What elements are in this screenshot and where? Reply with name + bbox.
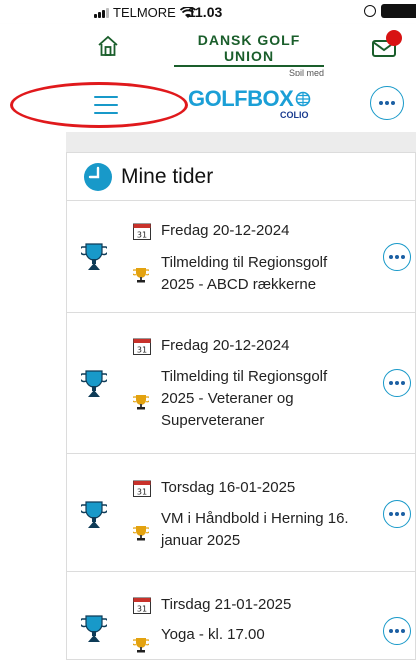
dgu-header: DANSK GOLF UNION Spil med	[0, 24, 416, 78]
status-time: 11.03	[188, 4, 223, 20]
entry-title: Tilmelding til Regionsgolf 2025 - Vetera…	[161, 368, 328, 429]
list-item[interactable]: 31 Fredag 20-12-2024 Tilmelding til Regi…	[67, 313, 415, 454]
dgu-logo-text: DANSK GOLF UNION	[174, 32, 324, 67]
list-item[interactable]: 31 Tirsdag 21-01-2025 Yoga - kl. 17.00	[67, 572, 415, 660]
my-times-panel: Mine tider 31 Fredag 20-12-2024 Tilmeldi…	[66, 152, 416, 660]
entry-title: Yoga - kl. 17.00	[161, 626, 265, 643]
entry-date: Fredag 20-12-2024	[161, 337, 290, 354]
list-item[interactable]: 31 Torsdag 16-01-2025 VM i Håndbold i He…	[67, 454, 415, 572]
cup-icon	[133, 268, 149, 283]
calendar-icon: 31	[133, 597, 151, 614]
entry-title: VM i Håndbold i Herning 16. januar 2025	[161, 510, 349, 549]
mail-button[interactable]	[372, 30, 402, 58]
cup-icon	[133, 638, 149, 653]
battery-icon	[381, 4, 416, 18]
list-item[interactable]: 31 Fredag 20-12-2024 Tilmelding til Regi…	[67, 201, 415, 313]
home-icon[interactable]	[96, 34, 120, 58]
entry-more-button[interactable]	[383, 243, 411, 271]
status-bar: TELMORE 11.03	[0, 0, 416, 24]
trophy-icon	[81, 615, 107, 642]
entry-title: Tilmelding til Regionsgolf 2025 - ABCD r…	[161, 254, 328, 293]
golfbox-logo: GOLFBOX COLIO	[188, 86, 311, 120]
cup-icon	[133, 395, 149, 410]
trophy-icon	[81, 243, 107, 270]
svg-text:31: 31	[137, 605, 147, 614]
golfbox-logo-text: GOLFBOX	[188, 86, 294, 111]
entry-more-button[interactable]	[383, 500, 411, 528]
more-options-button[interactable]	[370, 86, 404, 120]
calendar-icon: 31	[133, 480, 151, 497]
panel-title: Mine tider	[121, 164, 214, 188]
clock-icon	[84, 162, 112, 191]
carrier-label: TELMORE	[113, 5, 176, 20]
entry-date: Fredag 20-12-2024	[161, 222, 290, 239]
entry-more-button[interactable]	[383, 617, 411, 645]
globe-icon	[295, 91, 311, 107]
svg-text:31: 31	[137, 231, 147, 240]
signal-icon	[94, 7, 109, 18]
calendar-icon: 31	[133, 223, 151, 240]
svg-text:31: 31	[137, 488, 147, 497]
colio-logo: COLIO	[280, 110, 309, 120]
entry-date: Torsdag 16-01-2025	[161, 479, 296, 496]
notification-badge	[386, 30, 402, 46]
svg-text:31: 31	[137, 346, 147, 355]
rotation-lock-icon	[364, 5, 376, 17]
entry-more-button[interactable]	[383, 369, 411, 397]
golfbox-toolbar: GOLFBOX COLIO	[0, 76, 416, 132]
trophy-icon	[81, 501, 107, 528]
hamburger-icon[interactable]	[94, 96, 118, 114]
cup-icon	[133, 526, 149, 541]
calendar-icon: 31	[133, 338, 151, 355]
trophy-icon	[81, 370, 107, 397]
entry-date: Tirsdag 21-01-2025	[161, 596, 292, 613]
panel-header: Mine tider	[67, 153, 415, 201]
dgu-logo[interactable]: DANSK GOLF UNION Spil med	[174, 32, 324, 78]
